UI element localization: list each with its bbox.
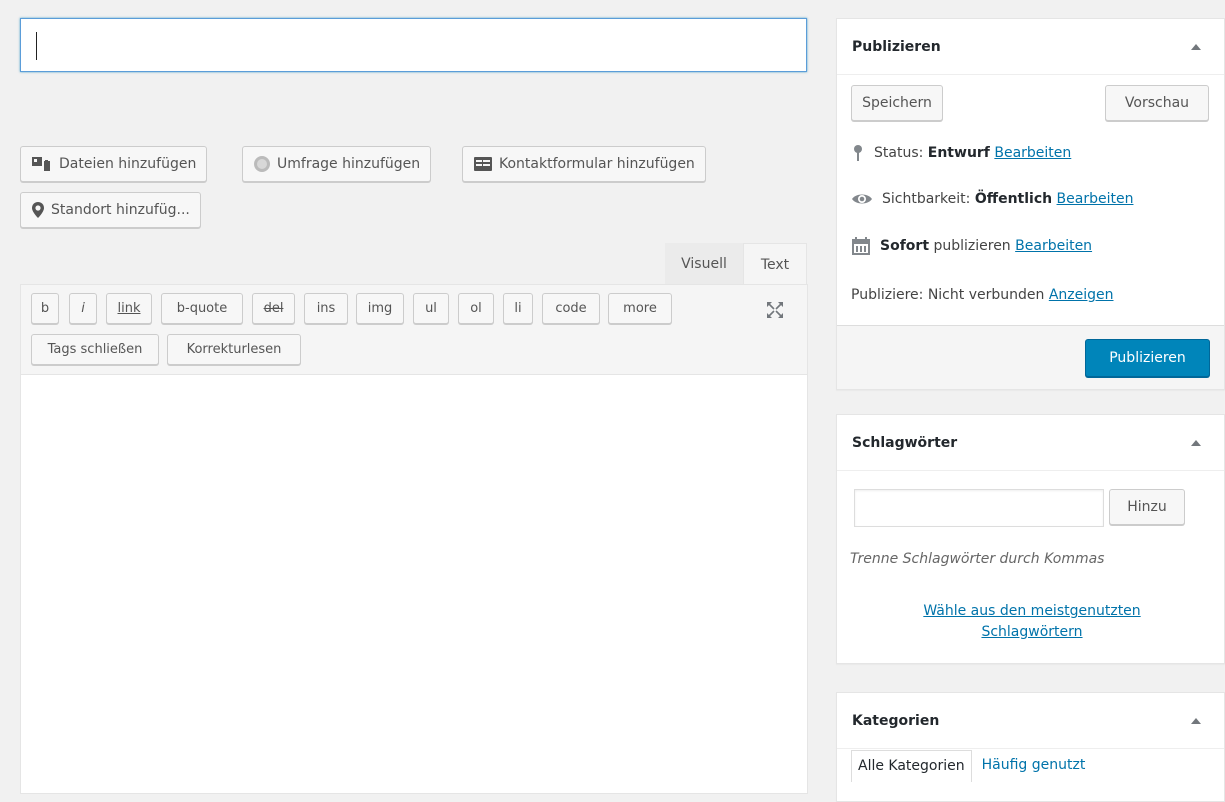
poll-icon xyxy=(254,156,270,172)
quicktags-toolbar: b i link b-quote del ins img ul ol li co… xyxy=(21,285,807,375)
text-caret xyxy=(36,32,37,60)
qt-ul-button[interactable]: ul xyxy=(413,293,449,324)
publish-button[interactable]: Publizieren xyxy=(1085,339,1210,377)
editor-area: b i link b-quote del ins img ul ol li co… xyxy=(20,284,808,794)
toggle-arrow-icon[interactable] xyxy=(1191,717,1201,724)
toggle-arrow-icon[interactable] xyxy=(1191,43,1201,50)
add-contact-form-label: Kontaktformular hinzufügen xyxy=(499,156,695,172)
publish-actions: Publizieren xyxy=(837,325,1224,389)
schedule-text: publizieren xyxy=(933,238,1011,254)
qt-bquote-button[interactable]: b-quote xyxy=(161,293,243,324)
publish-box-title: Publizieren xyxy=(852,38,941,55)
tab-text[interactable]: Text xyxy=(743,243,807,285)
visibility-value: Öffentlich xyxy=(974,191,1053,207)
edit-status-link[interactable]: Bearbeiten xyxy=(994,145,1071,161)
publicize-text: Publiziere: Nicht verbunden xyxy=(851,287,1045,303)
add-poll-button[interactable]: Umfrage hinzufügen xyxy=(242,146,432,182)
add-poll-label: Umfrage hinzufügen xyxy=(277,156,421,172)
status-label: Status: xyxy=(874,145,924,161)
qt-more-button[interactable]: more xyxy=(608,293,672,324)
qt-ol-button[interactable]: ol xyxy=(458,293,494,324)
choose-popular-tags-link[interactable]: Wähle aus den meistgenutzten Schlagwörte… xyxy=(897,601,1167,643)
add-location-label: Standort hinzufüg... xyxy=(51,202,190,218)
categories-box-title: Kategorien xyxy=(852,712,940,729)
add-location-button[interactable]: Standort hinzufüg... xyxy=(20,192,201,228)
categories-box-header[interactable]: Kategorien xyxy=(837,693,1224,749)
new-tag-input[interactable] xyxy=(854,489,1104,527)
publicize-row: Publiziere: Nicht verbunden Anzeigen xyxy=(851,287,1114,303)
qt-close-tags-button[interactable]: Tags schließen xyxy=(31,334,159,365)
publish-box-header[interactable]: Publizieren xyxy=(837,19,1224,75)
tags-box-header[interactable]: Schlagwörter xyxy=(837,415,1224,471)
tab-popular-categories[interactable]: Häufig genutzt xyxy=(976,750,1092,782)
pin-icon xyxy=(854,145,862,161)
add-tag-button[interactable]: Hinzu xyxy=(1109,489,1185,525)
status-row: Status: Entwurf Bearbeiten xyxy=(851,144,1071,162)
qt-img-button[interactable]: img xyxy=(356,293,404,324)
visibility-row: Sichtbarkeit: Öffentlich Bearbeiten xyxy=(851,191,1133,207)
post-title-input[interactable] xyxy=(20,18,807,72)
fullscreen-icon[interactable] xyxy=(766,301,784,319)
status-value: Entwurf xyxy=(927,145,990,161)
tags-box-title: Schlagwörter xyxy=(852,434,958,451)
tab-all-categories[interactable]: Alle Kategorien xyxy=(851,750,972,782)
qt-link-button[interactable]: link xyxy=(106,293,152,324)
eye-icon xyxy=(852,194,872,204)
toggle-arrow-icon[interactable] xyxy=(1191,439,1201,446)
add-contact-form-button[interactable]: Kontaktformular hinzufügen xyxy=(462,146,706,182)
schedule-row: Sofort publizieren Bearbeiten xyxy=(851,236,1092,256)
qt-li-button[interactable]: li xyxy=(503,293,533,324)
qt-bold-button[interactable]: b xyxy=(31,293,59,324)
preview-button[interactable]: Vorschau xyxy=(1105,85,1209,121)
media-icon xyxy=(32,157,50,171)
categories-box: Kategorien Alle Kategorien Häufig genutz… xyxy=(836,692,1225,802)
visibility-label: Sichtbarkeit: xyxy=(882,191,971,207)
qt-code-button[interactable]: code xyxy=(542,293,600,324)
qt-proofread-button[interactable]: Korrekturlesen xyxy=(167,334,301,365)
publish-box: Publizieren Speichern Vorschau Status: E… xyxy=(836,18,1225,390)
tags-box: Schlagwörter Hinzu Trenne Schlagwörter d… xyxy=(836,414,1225,664)
qt-italic-button[interactable]: i xyxy=(69,293,97,324)
add-media-label: Dateien hinzufügen xyxy=(59,156,197,172)
edit-visibility-link[interactable]: Bearbeiten xyxy=(1057,191,1134,207)
add-media-button[interactable]: Dateien hinzufügen xyxy=(20,146,208,182)
tab-visual[interactable]: Visuell xyxy=(665,243,743,285)
edit-schedule-link[interactable]: Bearbeiten xyxy=(1015,238,1092,254)
categories-tabs: Alle Kategorien Häufig genutzt xyxy=(851,750,1091,782)
schedule-bold: Sofort xyxy=(880,238,930,254)
save-draft-button[interactable]: Speichern xyxy=(851,85,943,121)
tags-hint: Trenne Schlagwörter durch Kommas xyxy=(850,551,1105,567)
post-content-textarea[interactable] xyxy=(21,376,807,794)
form-icon xyxy=(474,157,492,171)
location-pin-icon xyxy=(32,202,44,218)
publicize-show-link[interactable]: Anzeigen xyxy=(1049,287,1114,303)
calendar-icon xyxy=(852,237,870,255)
qt-del-button[interactable]: del xyxy=(252,293,295,324)
qt-ins-button[interactable]: ins xyxy=(304,293,348,324)
